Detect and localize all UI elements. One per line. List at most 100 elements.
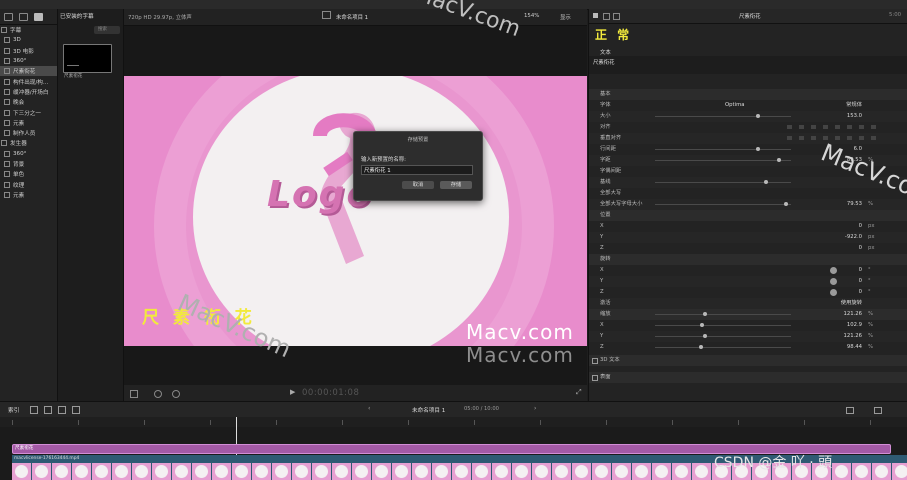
- param-row-rotation[interactable]: 旋转: [589, 254, 907, 265]
- param-row-scale-y-label[interactable]: Y 121.26%: [589, 331, 907, 342]
- speed-icon[interactable]: [172, 390, 180, 398]
- param-value[interactable]: 121.26: [843, 331, 862, 342]
- text-inspector-icon[interactable]: [593, 13, 598, 18]
- sidebar-item[interactable]: 晚会: [0, 97, 57, 107]
- alignment-button[interactable]: [787, 125, 792, 129]
- sidebar-item[interactable]: 单色: [0, 169, 57, 179]
- param-slider[interactable]: [655, 204, 791, 205]
- param-value[interactable]: 使用旋转: [841, 298, 862, 309]
- param-row-valign-label[interactable]: 垂直对齐: [589, 133, 907, 144]
- param-slider[interactable]: [655, 347, 791, 348]
- param-row-scale-z-label[interactable]: Z 98.44%: [589, 342, 907, 353]
- slider-knob[interactable]: [784, 202, 789, 206]
- slider-knob[interactable]: [777, 158, 782, 162]
- slider-knob[interactable]: [702, 334, 707, 338]
- param-row-face-label[interactable]: 表面: [589, 372, 907, 383]
- search-input[interactable]: 搜索: [94, 26, 120, 34]
- param-row-pos-z-label[interactable]: Z 0 px: [589, 243, 907, 254]
- alignment-button[interactable]: [835, 125, 840, 129]
- sidebar-item[interactable]: 纹理: [0, 179, 57, 189]
- param-slider[interactable]: [655, 160, 791, 161]
- slider-knob[interactable]: [702, 312, 707, 316]
- param-row-text3d-label[interactable]: 3D 文本: [589, 355, 907, 366]
- param-value[interactable]: 121.26: [843, 309, 862, 320]
- param-row-rot-y-label[interactable]: Y 0 °: [589, 276, 907, 287]
- alignment-button[interactable]: [847, 136, 852, 140]
- rotation-dial-icon[interactable]: [830, 278, 837, 285]
- rotation-dial-icon[interactable]: [830, 267, 837, 274]
- param-row-animate-label[interactable]: 激活 使用旋转: [589, 298, 907, 309]
- connect-icon[interactable]: [30, 406, 38, 414]
- alignment-button[interactable]: [859, 136, 864, 140]
- param-slider[interactable]: [655, 182, 791, 183]
- param-value[interactable]: 79.53: [847, 199, 862, 210]
- param-slider[interactable]: [655, 116, 791, 117]
- info-inspector-icon[interactable]: [613, 13, 620, 20]
- alignment-button[interactable]: [811, 125, 816, 129]
- param-row-rot-x-label[interactable]: X 0 °: [589, 265, 907, 276]
- sidebar-item[interactable]: 下三分之一: [0, 107, 57, 117]
- photos-icon[interactable]: [19, 12, 28, 21]
- sidebar-item[interactable]: 字幕: [0, 25, 57, 35]
- slider-knob[interactable]: [755, 147, 760, 151]
- param-row-allcaps-size-label[interactable]: 全部大写字母大小 79.53%: [589, 199, 907, 210]
- alignment-button[interactable]: [823, 125, 828, 129]
- param-value[interactable]: -922.0: [845, 232, 862, 243]
- sidebar-item[interactable]: 360°: [0, 56, 57, 66]
- slider-knob[interactable]: [698, 345, 703, 349]
- slider-knob[interactable]: [763, 180, 768, 184]
- alignment-button[interactable]: [811, 136, 816, 140]
- param-value[interactable]: 0: [859, 221, 862, 232]
- param-value[interactable]: 常规体: [846, 100, 862, 111]
- cancel-button[interactable]: 取消: [402, 181, 434, 189]
- transform-icon[interactable]: [130, 390, 138, 398]
- param-slider[interactable]: [655, 336, 791, 337]
- param-slider[interactable]: [655, 149, 791, 150]
- enhance-icon[interactable]: [154, 390, 162, 398]
- sidebar-item[interactable]: 发生器: [0, 138, 57, 148]
- param-row-scale-x-label[interactable]: X 102.9%: [589, 320, 907, 331]
- param-row-size-label[interactable]: 大小 153.0: [589, 111, 907, 122]
- title-thumbnail[interactable]: [63, 44, 112, 73]
- rotation-dial-icon[interactable]: [830, 289, 837, 296]
- forward-icon[interactable]: ›: [534, 405, 536, 412]
- param-row-allcaps-label[interactable]: 全部大写: [589, 188, 907, 199]
- param-row-align-label[interactable]: 对齐: [589, 122, 907, 133]
- param-value[interactable]: 0: [859, 287, 862, 298]
- slider-knob[interactable]: [699, 323, 704, 327]
- library-icon[interactable]: [4, 12, 13, 21]
- append-icon[interactable]: [58, 406, 66, 414]
- param-value[interactable]: 102.9: [847, 320, 862, 331]
- checkbox[interactable]: [592, 358, 598, 364]
- sidebar-item[interactable]: 构件出现/构…: [0, 76, 57, 86]
- param-value[interactable]: 0: [859, 243, 862, 254]
- param-row-pos-x-label[interactable]: X 0 px: [589, 221, 907, 232]
- param-value[interactable]: 98.44: [847, 342, 862, 353]
- sidebar-item[interactable]: 背景: [0, 159, 57, 169]
- display-popup[interactable]: 显示: [560, 13, 571, 21]
- param-value[interactable]: 153.0: [847, 111, 862, 122]
- param-row-rot-z-label[interactable]: Z 0 °: [589, 287, 907, 298]
- param-row-position[interactable]: 位置: [589, 210, 907, 221]
- alignment-button[interactable]: [859, 125, 864, 129]
- index-button[interactable]: 索引: [8, 406, 19, 414]
- sidebar-item[interactable]: 元素: [0, 190, 57, 200]
- alignment-button[interactable]: [871, 125, 876, 129]
- param-value[interactable]: 0: [859, 276, 862, 287]
- play-icon[interactable]: ▶: [290, 388, 295, 396]
- param-value[interactable]: 0: [859, 265, 862, 276]
- sidebar-item[interactable]: 缓冲器/开场白: [0, 87, 57, 97]
- alignment-button[interactable]: [847, 125, 852, 129]
- sidebar-item[interactable]: 制作人员: [0, 128, 57, 138]
- param-slider[interactable]: [655, 314, 791, 315]
- param-slider[interactable]: [655, 325, 791, 326]
- param-row-font-label[interactable]: 字体 Optima 常规体: [589, 100, 907, 111]
- overwrite-icon[interactable]: [72, 406, 80, 414]
- alignment-button[interactable]: [799, 136, 804, 140]
- sidebar-item[interactable]: 元素: [0, 118, 57, 128]
- sidebar-item[interactable]: 3D: [0, 35, 57, 45]
- param-row-pos-y-label[interactable]: Y -922.0 px: [589, 232, 907, 243]
- param-row-scale-label[interactable]: 缩放 121.26%: [589, 309, 907, 320]
- text-field[interactable]: 尺素衔花: [589, 56, 907, 74]
- param-row-basic[interactable]: 基本: [589, 89, 907, 100]
